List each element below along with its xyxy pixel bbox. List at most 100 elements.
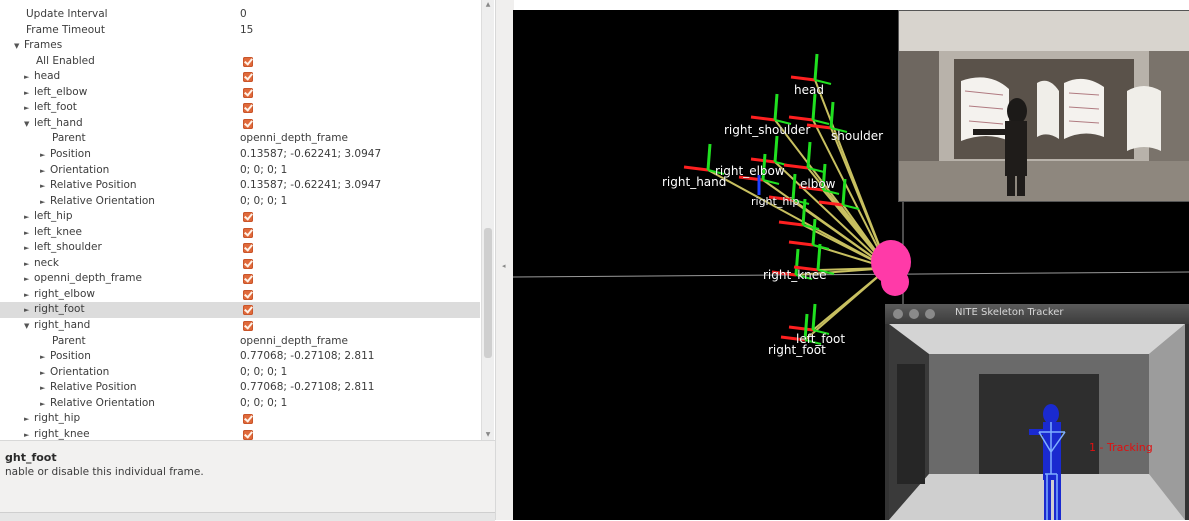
enabled-checkbox-icon[interactable]	[243, 118, 253, 129]
property-value[interactable]: 0; 0; 0; 1	[240, 365, 287, 381]
property-row[interactable]: ► right_hip	[0, 411, 480, 427]
expanded-arrow-icon[interactable]: ▼	[24, 319, 34, 335]
property-row[interactable]: ▼ Frames	[0, 38, 480, 54]
collapsed-arrow-icon[interactable]: ►	[40, 179, 50, 195]
enabled-checkbox-icon[interactable]	[243, 414, 253, 425]
enabled-checkbox-icon[interactable]	[243, 56, 253, 67]
expanded-arrow-icon[interactable]: ▼	[24, 117, 34, 133]
property-row[interactable]: Parent openni_depth_frame	[0, 131, 480, 147]
enabled-checkbox-icon[interactable]	[243, 87, 253, 98]
tf-axis-y	[811, 93, 817, 121]
scrollbar-thumb[interactable]	[484, 228, 492, 358]
property-row[interactable]: ► Relative Position 0.77068; -0.27108; 2.8…	[0, 380, 480, 396]
property-row[interactable]: Update Interval 0	[0, 7, 480, 23]
property-row[interactable]: ▼ right_hand	[0, 318, 480, 334]
collapsed-arrow-icon[interactable]: ►	[24, 226, 34, 242]
enabled-checkbox-icon[interactable]	[243, 274, 253, 285]
collapsed-arrow-icon[interactable]: ►	[40, 164, 50, 180]
property-row[interactable]: All Enabled	[0, 54, 480, 70]
collapsed-arrow-icon[interactable]: ►	[40, 366, 50, 382]
property-row[interactable]: ► Position 0.77068; -0.27108; 2.811	[0, 349, 480, 365]
property-value[interactable]: 0.77068; -0.27108; 2.811	[240, 349, 374, 365]
property-label: Orientation	[50, 365, 110, 378]
enabled-checkbox-icon[interactable]	[243, 72, 253, 83]
property-row[interactable]: ► Position 0.13587; -0.62241; 3.0947	[0, 147, 480, 163]
collapsed-arrow-icon[interactable]: ►	[24, 70, 34, 86]
enabled-checkbox-icon[interactable]	[243, 305, 253, 316]
tf-axis-y	[811, 218, 817, 246]
property-row[interactable]: ► right_foot	[0, 302, 480, 318]
property-value[interactable]: openni_depth_frame	[240, 334, 348, 350]
collapsed-arrow-icon[interactable]: ►	[40, 148, 50, 164]
property-value[interactable]: 0.13587; -0.62241; 3.0947	[240, 147, 381, 163]
property-value[interactable]: 0; 0; 0; 1	[240, 396, 287, 412]
property-value[interactable]: 0.77068; -0.27108; 2.811	[240, 380, 374, 396]
close-icon[interactable]	[893, 309, 903, 319]
enabled-checkbox-icon[interactable]	[243, 227, 253, 238]
property-label: Frames	[24, 39, 63, 52]
collapsed-arrow-icon[interactable]: ►	[24, 241, 34, 257]
enabled-checkbox-icon[interactable]	[243, 429, 253, 440]
property-value[interactable]: 0	[240, 7, 247, 23]
tf-axis-x	[790, 75, 816, 82]
property-row[interactable]: ► Relative Position 0.13587; -0.62241; 3.0…	[0, 178, 480, 194]
collapsed-arrow-icon[interactable]: ►	[24, 101, 34, 117]
property-row[interactable]: ► neck	[0, 256, 480, 272]
collapsed-arrow-icon[interactable]: ►	[24, 210, 34, 226]
property-row[interactable]: ► right_knee	[0, 427, 480, 440]
property-row[interactable]: Parent openni_depth_frame	[0, 334, 480, 350]
property-row[interactable]: ► Relative Orientation 0; 0; 0; 1	[0, 194, 480, 210]
collapsed-arrow-icon[interactable]: ►	[24, 272, 34, 288]
property-row[interactable]: ► left_shoulder	[0, 240, 480, 256]
collapsed-arrow-icon[interactable]: ►	[24, 428, 34, 440]
expanded-arrow-icon[interactable]: ▼	[14, 39, 24, 55]
nite-titlebar[interactable]: NITE Skeleton Tracker	[885, 304, 1189, 324]
collapsed-arrow-icon[interactable]: ►	[40, 397, 50, 413]
property-row[interactable]: ► Orientation 0; 0; 0; 1	[0, 163, 480, 179]
tf-label-right-hand: right_hand	[662, 175, 727, 189]
property-value[interactable]: 0; 0; 0; 1	[240, 163, 287, 179]
collapsed-arrow-icon[interactable]: ►	[24, 412, 34, 428]
property-row[interactable]: ► left_knee	[0, 225, 480, 241]
minimize-icon[interactable]	[909, 309, 919, 319]
tree-scrollbar[interactable]: ▲ ▼	[481, 0, 494, 440]
panel-splitter[interactable]: ◂	[495, 0, 514, 520]
property-row[interactable]: ▼ left_hand	[0, 116, 480, 132]
property-row[interactable]: ► openni_depth_frame	[0, 271, 480, 287]
property-row[interactable]: ► head	[0, 69, 480, 85]
property-row[interactable]: ► left_hip	[0, 209, 480, 225]
collapsed-arrow-icon[interactable]: ►	[40, 195, 50, 211]
rviz-3d-view[interactable]: head right_shoulder shoulder right_elbow…	[513, 10, 1189, 520]
collapsed-arrow-icon[interactable]: ►	[40, 350, 50, 366]
property-value[interactable]: 0.13587; -0.62241; 3.0947	[240, 178, 381, 194]
property-value[interactable]: 0; 0; 0; 1	[240, 194, 287, 210]
collapsed-arrow-icon[interactable]: ►	[24, 303, 34, 319]
collapsed-arrow-icon[interactable]: ►	[24, 257, 34, 273]
property-row[interactable]: ► Relative Orientation 0; 0; 0; 1	[0, 396, 480, 412]
enabled-checkbox-icon[interactable]	[243, 289, 253, 300]
collapsed-arrow-icon[interactable]: ►	[24, 86, 34, 102]
property-row[interactable]: ► right_elbow	[0, 287, 480, 303]
enabled-checkbox-icon[interactable]	[243, 243, 253, 254]
property-row[interactable]: ► left_elbow	[0, 85, 480, 101]
property-label: right_elbow	[34, 287, 95, 300]
tf-axis-x	[788, 115, 814, 122]
property-label: right_hip	[34, 412, 81, 425]
scroll-down-icon[interactable]: ▼	[482, 430, 494, 440]
tf-axis-x	[783, 163, 809, 170]
property-value[interactable]: openni_depth_frame	[240, 131, 348, 147]
property-value[interactable]: 15	[240, 23, 253, 39]
nite-skeleton-tracker-window[interactable]: NITE Skeleton Tracker 1 - Tracking	[885, 304, 1189, 520]
maximize-icon[interactable]	[925, 309, 935, 319]
property-row[interactable]: ► Orientation 0; 0; 0; 1	[0, 365, 480, 381]
collapsed-arrow-icon[interactable]: ►	[40, 381, 50, 397]
scroll-up-icon[interactable]: ▲	[482, 0, 494, 10]
collapsed-arrow-icon[interactable]: ►	[24, 288, 34, 304]
enabled-checkbox-icon[interactable]	[243, 258, 253, 269]
property-row[interactable]: ► left_foot	[0, 100, 480, 116]
enabled-checkbox-icon[interactable]	[243, 103, 253, 114]
enabled-checkbox-icon[interactable]	[243, 321, 253, 331]
splitter-handle-icon[interactable]: ◂	[502, 262, 506, 270]
enabled-checkbox-icon[interactable]	[243, 212, 253, 223]
property-row[interactable]: Frame Timeout 15	[0, 23, 480, 39]
